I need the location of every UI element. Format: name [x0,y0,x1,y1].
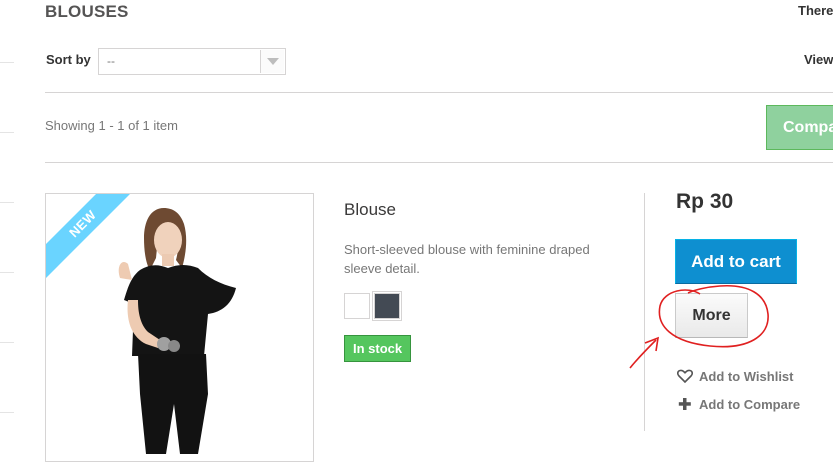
add-to-cart-button[interactable]: Add to cart [675,239,797,284]
more-button[interactable]: More [675,293,748,338]
divider [45,162,833,163]
divider [45,92,833,93]
product-price: Rp 30 [676,190,734,213]
sort-select[interactable]: -- [98,48,286,75]
product-name-link[interactable]: Blouse [344,200,396,220]
more-button-label: More [692,307,731,324]
annotation-arrow-head [644,336,660,352]
results-count: Showing 1 - 1 of 1 item [45,118,178,133]
color-swatch-dark[interactable] [372,291,402,321]
product-count-text: There [798,3,833,18]
vertical-divider [644,193,645,431]
color-swatch-white[interactable] [344,293,370,319]
add-to-wishlist-link[interactable]: Add to Wishlist [677,369,794,384]
sort-label: Sort by [46,52,91,67]
compare-button[interactable]: Compa [766,105,833,150]
view-label: View [804,52,833,67]
wishlist-label: Add to Wishlist [699,369,794,384]
annotation-arrow-shaft [629,339,657,369]
heart-icon [677,369,693,383]
plus-icon [678,398,691,410]
add-to-cart-label: Add to cart [691,252,781,271]
compare-label: Add to Compare [699,397,801,412]
chevron-down-icon[interactable] [260,50,284,73]
product-description: Short-sleeved blouse with feminine drape… [344,242,590,276]
availability-badge: In stock [344,335,412,362]
sort-select-value: -- [107,54,115,68]
compare-button-label: Compa [783,119,833,136]
page-title: BLOUSES [45,2,129,21]
product-image-link[interactable]: NEW [45,193,314,462]
add-to-compare-link[interactable]: Add to Compare [677,397,800,412]
